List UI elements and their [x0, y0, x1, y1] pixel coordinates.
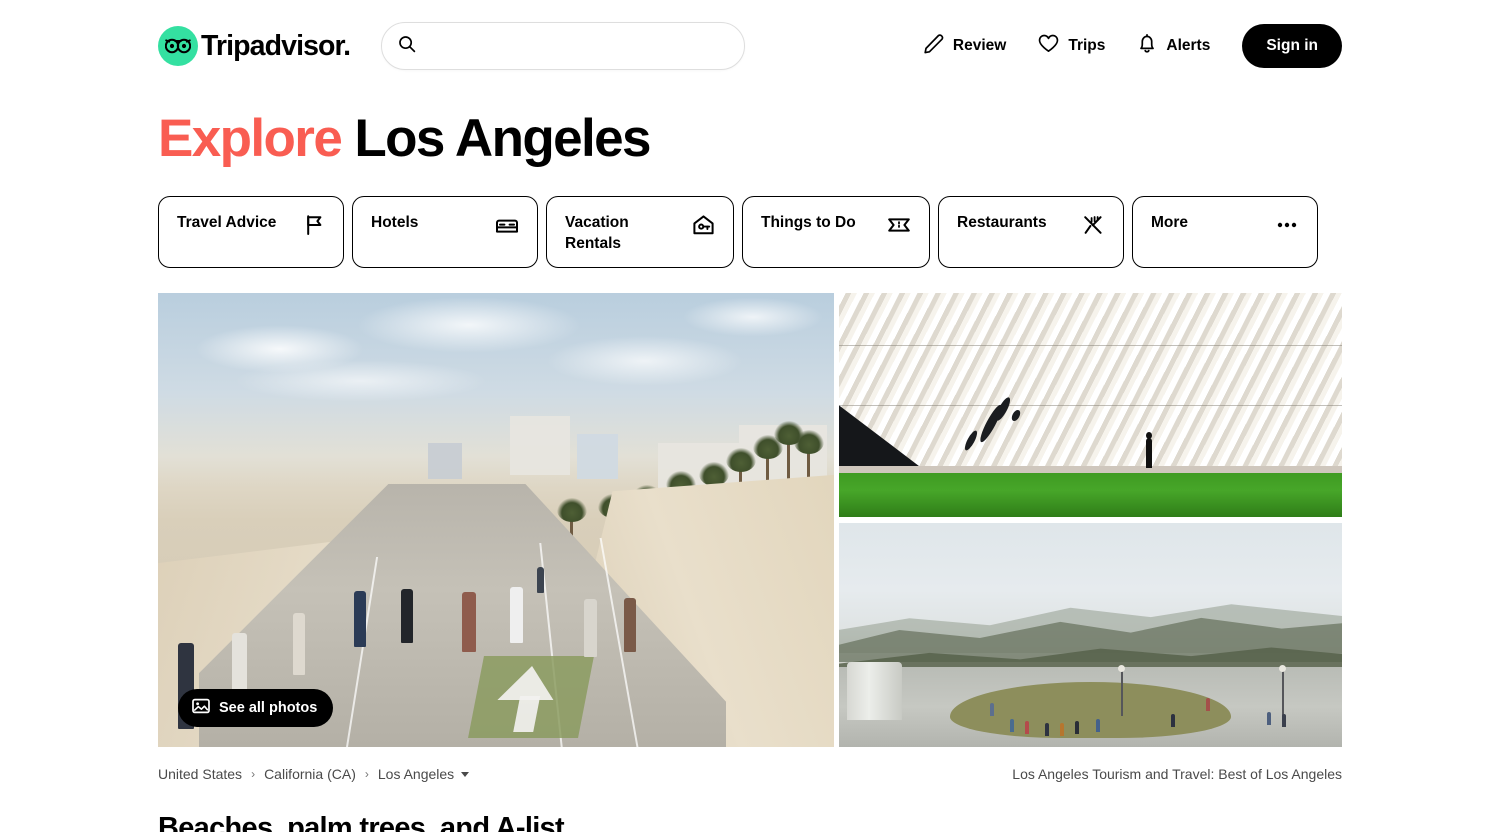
- gallery-photo-main[interactable]: See all photos: [158, 293, 834, 748]
- house-key-icon: [692, 214, 715, 241]
- tripadvisor-logo[interactable]: Tripadvisor: [158, 26, 350, 66]
- breadcrumb-item-state[interactable]: California (CA): [264, 766, 356, 782]
- search-input[interactable]: [427, 37, 729, 55]
- see-all-photos-button[interactable]: See all photos: [178, 689, 334, 728]
- bell-icon: [1137, 33, 1157, 59]
- section-heading: Beaches, palm trees, and A-list glamour—…: [158, 812, 565, 832]
- ticket-icon: [887, 214, 911, 241]
- site-header: Tripadvisor Review: [0, 0, 1500, 92]
- page-title: Explore Los Angeles: [0, 109, 1500, 168]
- category-travel-advice[interactable]: Travel Advice: [158, 196, 344, 269]
- search-icon: [398, 35, 416, 58]
- griffith-observatory-image: [839, 523, 1342, 748]
- category-things-to-do[interactable]: Things to Do: [742, 196, 930, 269]
- category-label: Things to Do: [761, 214, 856, 232]
- flag-icon: [303, 214, 325, 241]
- category-label: More: [1151, 214, 1189, 232]
- beach-boardwalk-image: See all photos: [158, 293, 834, 748]
- photo-gallery: See all photos: [0, 293, 1500, 748]
- broad-museum-image: [839, 293, 1342, 518]
- fork-knife-icon: [1082, 214, 1105, 241]
- category-label: Hotels: [371, 214, 419, 232]
- ellipsis-icon: [1275, 214, 1299, 241]
- breadcrumb-item-city[interactable]: Los Angeles: [378, 766, 454, 782]
- page-subtitle-right: Los Angeles Tourism and Travel: Best of …: [1012, 766, 1342, 783]
- page-root: Tripadvisor Review: [0, 0, 1500, 832]
- nav-alerts-label: Alerts: [1166, 37, 1211, 54]
- gallery-photo-bottom-right[interactable]: [839, 523, 1342, 748]
- chevron-down-icon[interactable]: [461, 771, 470, 777]
- category-label: Travel Advice: [177, 214, 277, 232]
- heart-icon: [1038, 33, 1059, 59]
- category-hotels[interactable]: Hotels: [352, 196, 538, 269]
- tripadvisor-owl-icon: [158, 26, 198, 66]
- nav-trips[interactable]: Trips: [1022, 25, 1121, 67]
- page-title-rest: Los Angeles: [354, 109, 651, 168]
- category-restaurants[interactable]: Restaurants: [938, 196, 1124, 269]
- category-nav: Travel Advice Hotels Vacation Rentals Th…: [0, 196, 1500, 269]
- page-title-accent: Explore: [158, 109, 343, 168]
- breadcrumb: United States › California (CA) › Los An…: [0, 766, 1500, 782]
- breadcrumb-separator: ›: [251, 767, 256, 782]
- search-box[interactable]: [381, 22, 746, 70]
- bed-icon: [495, 214, 519, 241]
- breadcrumb-item-country[interactable]: United States: [158, 766, 242, 782]
- category-label: Restaurants: [957, 214, 1047, 232]
- sign-in-button[interactable]: Sign in: [1242, 24, 1342, 68]
- nav-review[interactable]: Review: [907, 25, 1022, 67]
- header-nav: Review Trips Alerts Sign in: [907, 24, 1342, 68]
- nav-trips-label: Trips: [1068, 37, 1106, 54]
- nav-alerts[interactable]: Alerts: [1121, 25, 1226, 67]
- pencil-icon: [923, 33, 944, 59]
- category-vacation-rentals[interactable]: Vacation Rentals: [546, 196, 734, 269]
- breadcrumb-separator: ›: [364, 767, 369, 782]
- category-label: Vacation Rentals: [565, 214, 629, 253]
- see-all-photos-label: See all photos: [219, 700, 318, 717]
- nav-review-label: Review: [952, 37, 1007, 54]
- photo-icon: [192, 698, 210, 718]
- logo-wordmark: Tripadvisor: [201, 30, 350, 63]
- category-more[interactable]: More: [1132, 196, 1318, 269]
- gallery-side-column: [839, 293, 1342, 748]
- gallery-photo-top-right[interactable]: [839, 293, 1342, 518]
